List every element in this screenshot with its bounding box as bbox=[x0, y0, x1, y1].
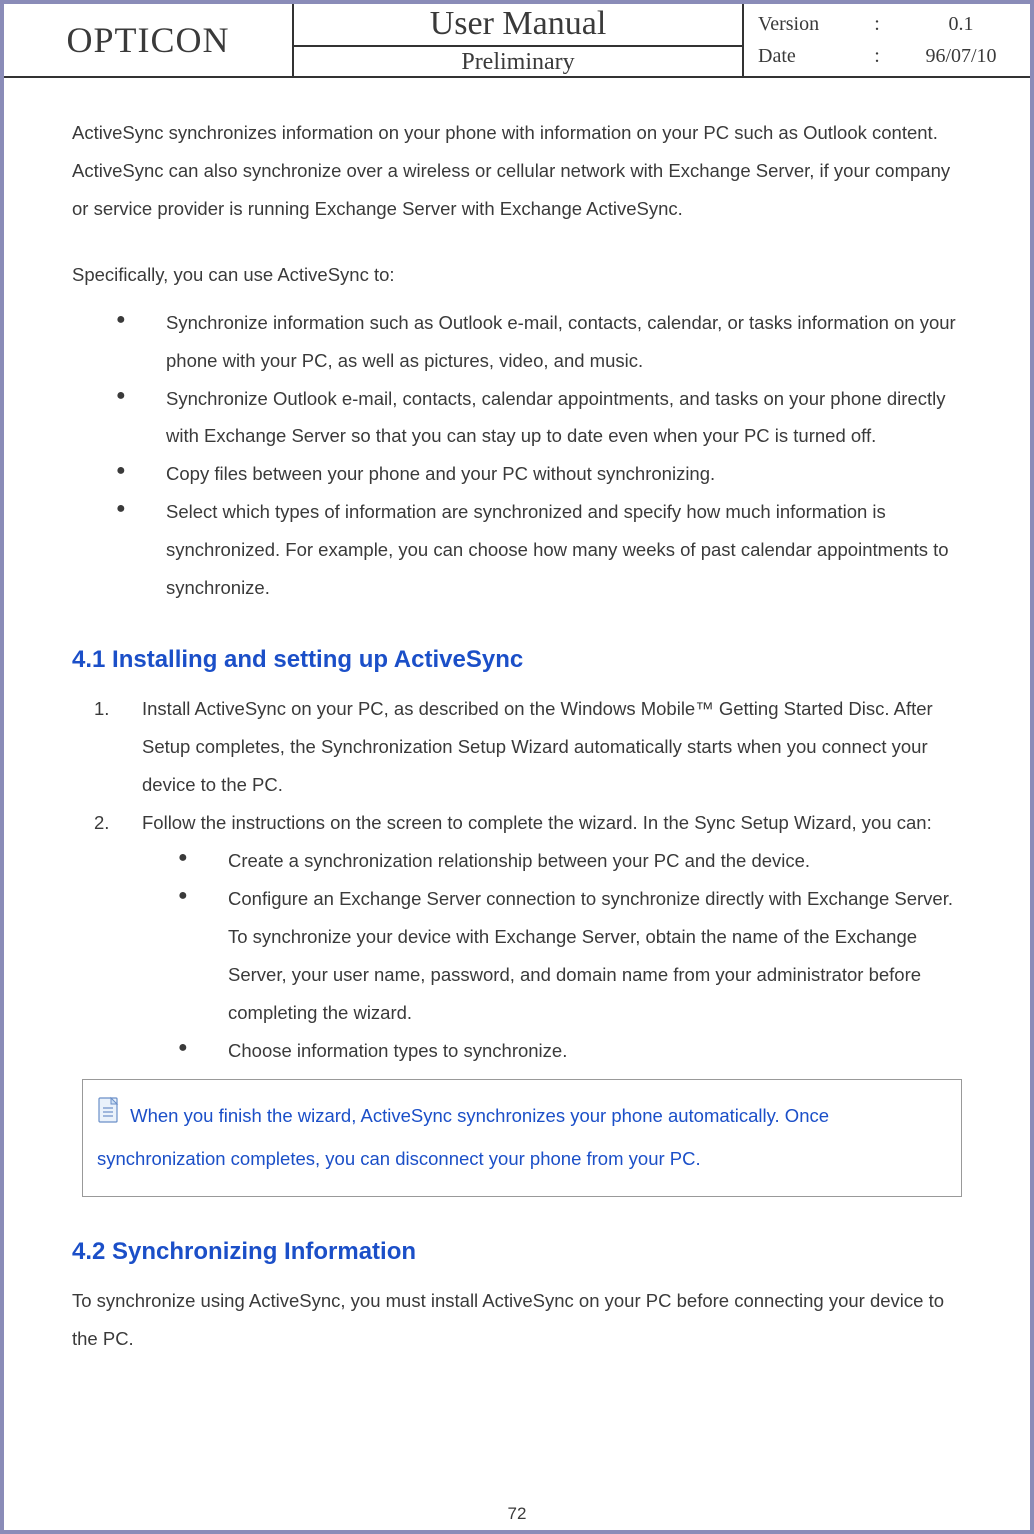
list-item: Choose information types to synchronize. bbox=[178, 1032, 962, 1070]
numbered-list: 1. Install ActiveSync on your PC, as des… bbox=[90, 690, 962, 1069]
section-4-1-heading: 4.1 Installing and setting up ActiveSync bbox=[72, 635, 962, 684]
version-value: 0.1 bbox=[906, 8, 1016, 40]
bullet-text: Copy files between your phone and your P… bbox=[166, 463, 715, 484]
page-number: 72 bbox=[4, 1504, 1030, 1524]
title-cell: User Manual Preliminary bbox=[294, 4, 744, 76]
list-item: Copy files between your phone and your P… bbox=[116, 455, 962, 493]
list-item: Synchronize Outlook e-mail, contacts, ca… bbox=[116, 380, 962, 456]
colon-text: : bbox=[867, 8, 887, 40]
bullet-list: Synchronize information such as Outlook … bbox=[116, 304, 962, 607]
note-box: When you finish the wizard, ActiveSync s… bbox=[82, 1079, 962, 1196]
page-header: OPTICON User Manual Preliminary Version … bbox=[4, 4, 1030, 78]
date-value: 96/07/10 bbox=[906, 40, 1016, 72]
section-4-2-heading: 4.2 Synchronizing Information bbox=[72, 1227, 962, 1276]
step-number: 2. bbox=[94, 804, 109, 842]
list-item: Configure an Exchange Server connection … bbox=[178, 880, 962, 1032]
document-icon bbox=[97, 1096, 121, 1139]
date-label: Date bbox=[758, 40, 848, 72]
sub-bullet-text: Choose information types to synchronize. bbox=[228, 1040, 567, 1061]
bullets-intro: Specifically, you can use ActiveSync to: bbox=[72, 256, 962, 294]
note-text: When you finish the wizard, ActiveSync s… bbox=[97, 1106, 829, 1169]
list-item: 1. Install ActiveSync on your PC, as des… bbox=[90, 690, 962, 804]
brand-text: OPTICON bbox=[66, 19, 229, 61]
version-row: Version : 0.1 bbox=[758, 8, 1016, 40]
list-item: 2. Follow the instructions on the screen… bbox=[90, 804, 962, 1069]
bullet-text: Synchronize Outlook e-mail, contacts, ca… bbox=[166, 388, 945, 447]
list-item: Synchronize information such as Outlook … bbox=[116, 304, 962, 380]
bullet-text: Select which types of information are sy… bbox=[166, 501, 949, 598]
list-item: Select which types of information are sy… bbox=[116, 493, 962, 607]
doc-title: User Manual bbox=[294, 3, 742, 47]
date-row: Date : 96/07/10 bbox=[758, 40, 1016, 72]
step-text: Follow the instructions on the screen to… bbox=[142, 812, 932, 833]
sub-bullet-text: Configure an Exchange Server connection … bbox=[228, 888, 953, 1023]
step-number: 1. bbox=[94, 690, 109, 728]
section-4-2-text: To synchronize using ActiveSync, you mus… bbox=[72, 1282, 962, 1358]
list-item: Create a synchronization relationship be… bbox=[178, 842, 962, 880]
step-text: Install ActiveSync on your PC, as descri… bbox=[142, 698, 933, 795]
sub-bullet-text: Create a synchronization relationship be… bbox=[228, 850, 810, 871]
meta-cell: Version : 0.1 Date : 96/07/10 bbox=[744, 4, 1030, 76]
brand-cell: OPTICON bbox=[4, 4, 294, 76]
doc-subtitle: Preliminary bbox=[461, 47, 574, 78]
bullet-text: Synchronize information such as Outlook … bbox=[166, 312, 956, 371]
sub-bullet-list: Create a synchronization relationship be… bbox=[178, 842, 962, 1070]
intro-paragraph: ActiveSync synchronizes information on y… bbox=[72, 114, 962, 228]
page-content: ActiveSync synchronizes information on y… bbox=[4, 78, 1030, 1358]
colon-text: : bbox=[867, 40, 887, 72]
version-label: Version bbox=[758, 8, 848, 40]
